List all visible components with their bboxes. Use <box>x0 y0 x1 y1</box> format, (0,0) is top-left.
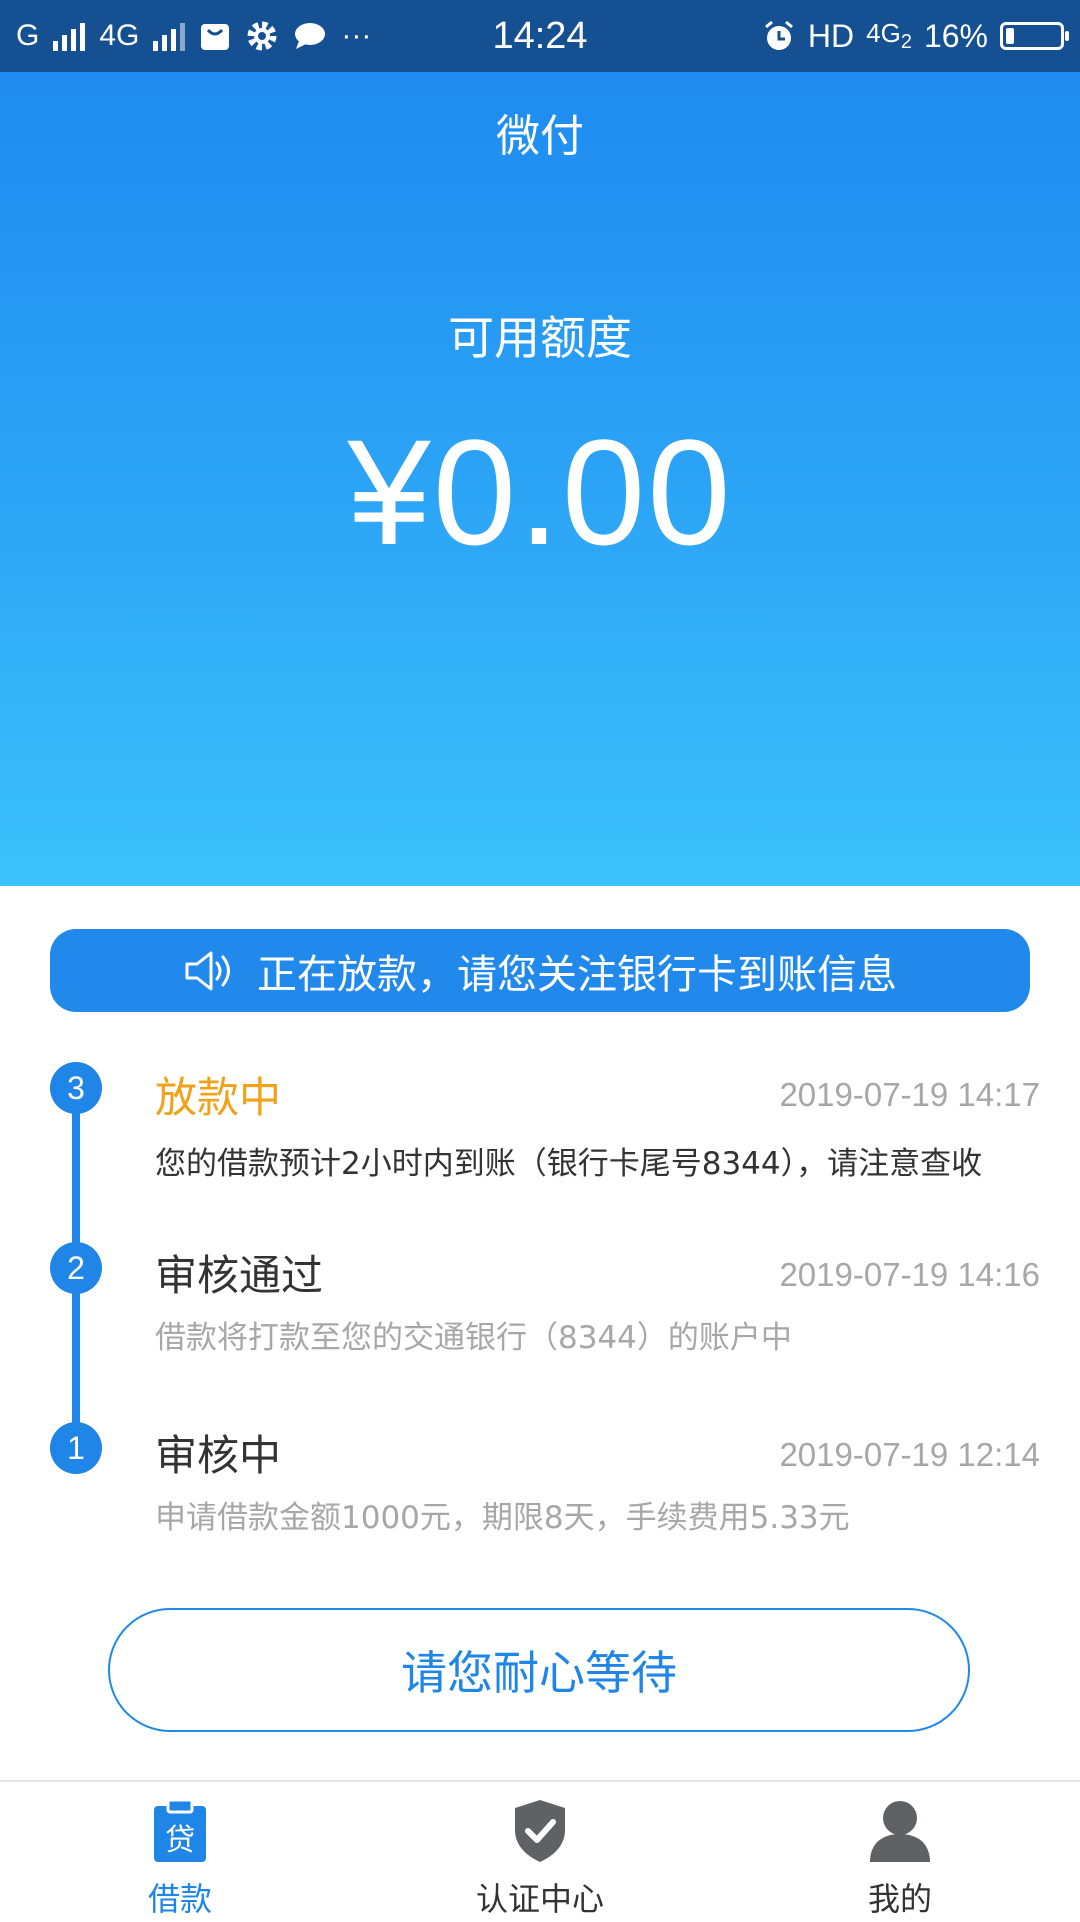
step-number: 1 <box>50 1422 102 1474</box>
step-title: 审核中 <box>155 1431 282 1480</box>
loan-icon: 贷 <box>147 1798 213 1864</box>
shield-check-icon <box>507 1798 573 1864</box>
header: 微付 可用额度 ¥0.00 <box>0 72 1080 886</box>
speaker-icon <box>185 951 230 990</box>
nav-label-me: 我的 <box>867 1880 932 1918</box>
status-right: HD 4G2 16% <box>762 0 1069 72</box>
notice-text: 正在放款，请您关注银行卡到账信息 <box>257 951 897 998</box>
bottom-nav: 贷 借款 认证中心 我的 <box>0 1780 1080 1922</box>
step-time: 2019-07-19 14:16 <box>779 1256 1040 1293</box>
notice-banner[interactable]: 正在放款，请您关注银行卡到账信息 <box>50 929 1030 1012</box>
timeline-line <box>72 1268 80 1448</box>
nav-item-verification[interactable]: 认证中心 <box>360 1782 720 1922</box>
status-bar: G 4G ··· 14:24 HD 4G2 16% <box>0 0 1080 72</box>
nav-label-verification: 认证中心 <box>475 1880 604 1918</box>
alarm-icon <box>764 20 793 50</box>
credit-amount: ¥0.00 <box>347 408 733 576</box>
credit-label: 可用额度 <box>448 311 632 365</box>
battery-level <box>1006 28 1014 44</box>
step-desc: 借款将打款至您的交通银行（8344）的账户中 <box>155 1320 792 1356</box>
step-number: 3 <box>50 1062 102 1114</box>
user-icon <box>867 1798 933 1864</box>
network-type: 4G <box>866 17 901 48</box>
step-title: 审核通过 <box>155 1251 324 1300</box>
nav-label-loan: 借款 <box>147 1880 212 1918</box>
step-time: 2019-07-19 14:17 <box>779 1076 1040 1113</box>
battery-percent: 16% <box>923 17 988 54</box>
step-desc: 申请借款金额1000元，期限8天，手续费用5.33元 <box>155 1500 850 1536</box>
nav-item-loan[interactable]: 贷 借款 <box>0 1782 360 1922</box>
step-number: 2 <box>50 1242 102 1294</box>
app-title: 微付 <box>496 111 584 162</box>
network-label: 4G2 <box>866 18 912 54</box>
timeline-line <box>72 1088 80 1268</box>
wait-button[interactable]: 请您耐心等待 <box>108 1608 970 1732</box>
step-title: 放款中 <box>155 1073 282 1122</box>
loan-badge: 贷 <box>165 1823 195 1858</box>
step-time: 2019-07-19 12:14 <box>779 1436 1040 1473</box>
nav-item-me[interactable]: 我的 <box>720 1782 1080 1922</box>
hd-label: HD <box>807 17 855 54</box>
step-desc: 您的借款预计2小时内到账（银行卡尾号8344），请注意查收 <box>155 1146 983 1182</box>
network-sub: 2 <box>900 31 912 54</box>
battery-icon <box>1000 22 1069 50</box>
